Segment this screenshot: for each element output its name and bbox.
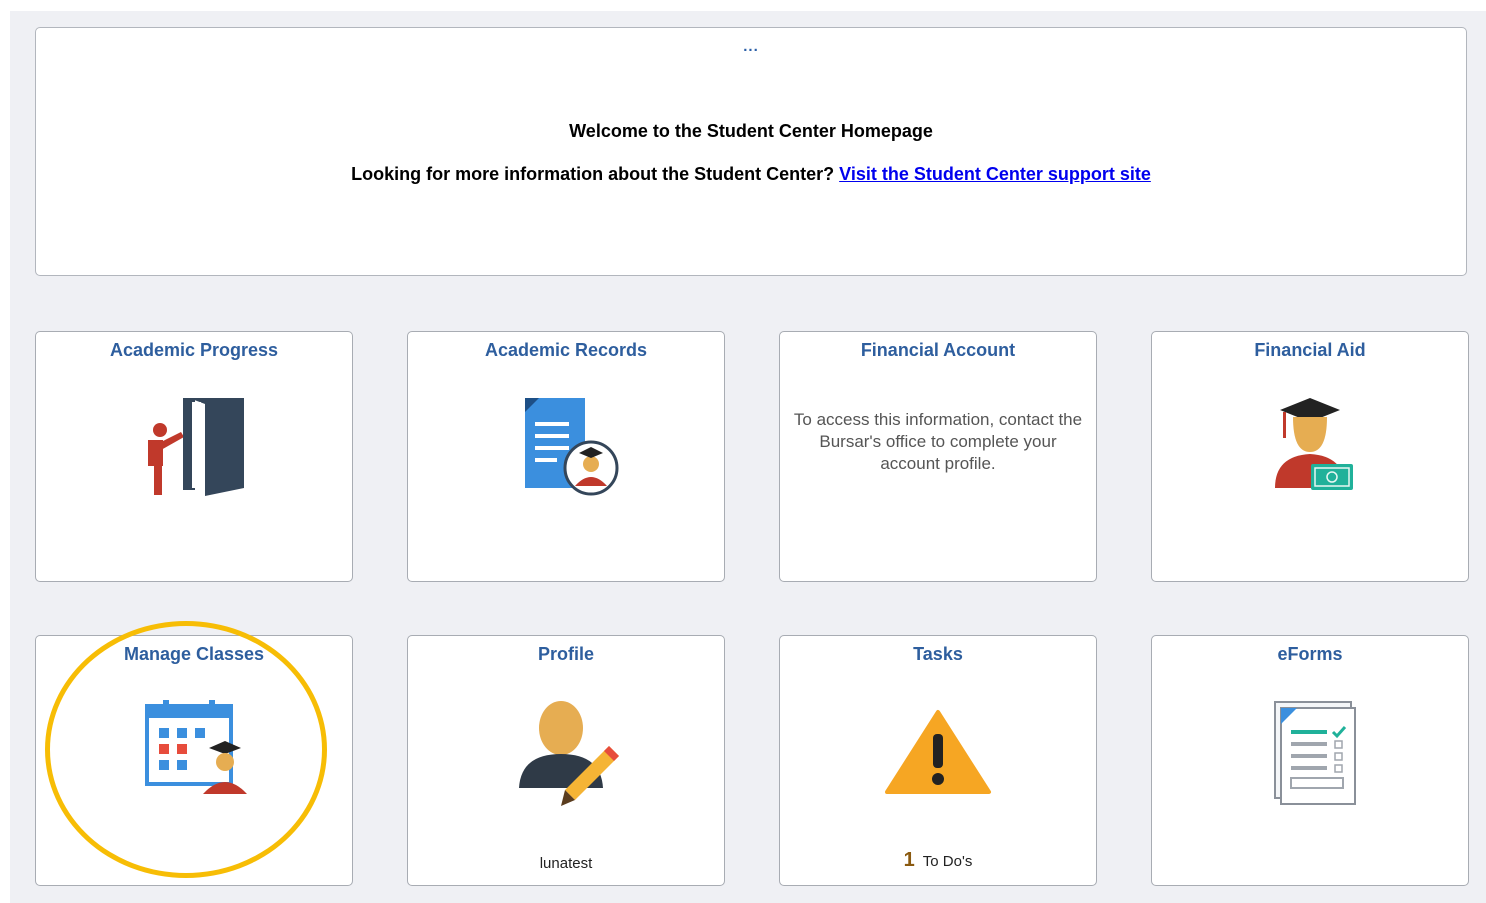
more-options-button[interactable]: ...: [36, 38, 1466, 55]
support-site-link[interactable]: Visit the Student Center support site: [839, 164, 1151, 184]
tile-eforms[interactable]: eForms: [1151, 635, 1469, 886]
tile-financial-aid[interactable]: Financial Aid: [1151, 331, 1469, 582]
person-pencil-icon: [511, 696, 621, 811]
welcome-banner: ... Welcome to the Student Center Homepa…: [35, 27, 1467, 276]
tile-title: Manage Classes: [123, 644, 265, 664]
todo-count: 1: [903, 849, 915, 871]
todo-summary: 1 To Do's: [780, 849, 1096, 872]
calendar-graduate-icon: [139, 696, 249, 806]
warning-icon: [883, 706, 993, 801]
tile-title: eForms: [1277, 644, 1343, 664]
tile-title: Academic Progress: [109, 340, 279, 360]
tile-title: Academic Records: [484, 340, 648, 360]
info-line: Looking for more information about the S…: [36, 164, 1466, 185]
welcome-heading: Welcome to the Student Center Homepage: [569, 121, 933, 141]
presenter-door-icon: [139, 392, 249, 502]
tile-tasks[interactable]: Tasks 1 To Do's: [779, 635, 1097, 886]
profile-username: lunatest: [539, 855, 593, 872]
tile-title: Financial Account: [860, 340, 1016, 360]
tile-title: Profile: [537, 644, 594, 664]
tile-manage-classes[interactable]: Manage Classes: [35, 635, 353, 886]
forms-checklist-icon: [1255, 696, 1365, 811]
tile-title: Financial Aid: [1254, 340, 1366, 360]
tile-academic-records[interactable]: Academic Records: [407, 331, 725, 582]
info-text: Looking for more information about the S…: [351, 164, 835, 184]
todo-label: To Do's: [922, 853, 973, 870]
graduate-money-icon: [1255, 392, 1365, 502]
tile-financial-account[interactable]: Financial Account To access this informa…: [779, 331, 1097, 582]
document-graduate-icon: [511, 392, 621, 502]
tile-profile[interactable]: Profile lunatest: [407, 635, 725, 886]
tile-title: Tasks: [913, 644, 963, 664]
tile-message: To access this information, contact the …: [793, 410, 1083, 473]
tile-academic-progress[interactable]: Academic Progress: [35, 331, 353, 582]
